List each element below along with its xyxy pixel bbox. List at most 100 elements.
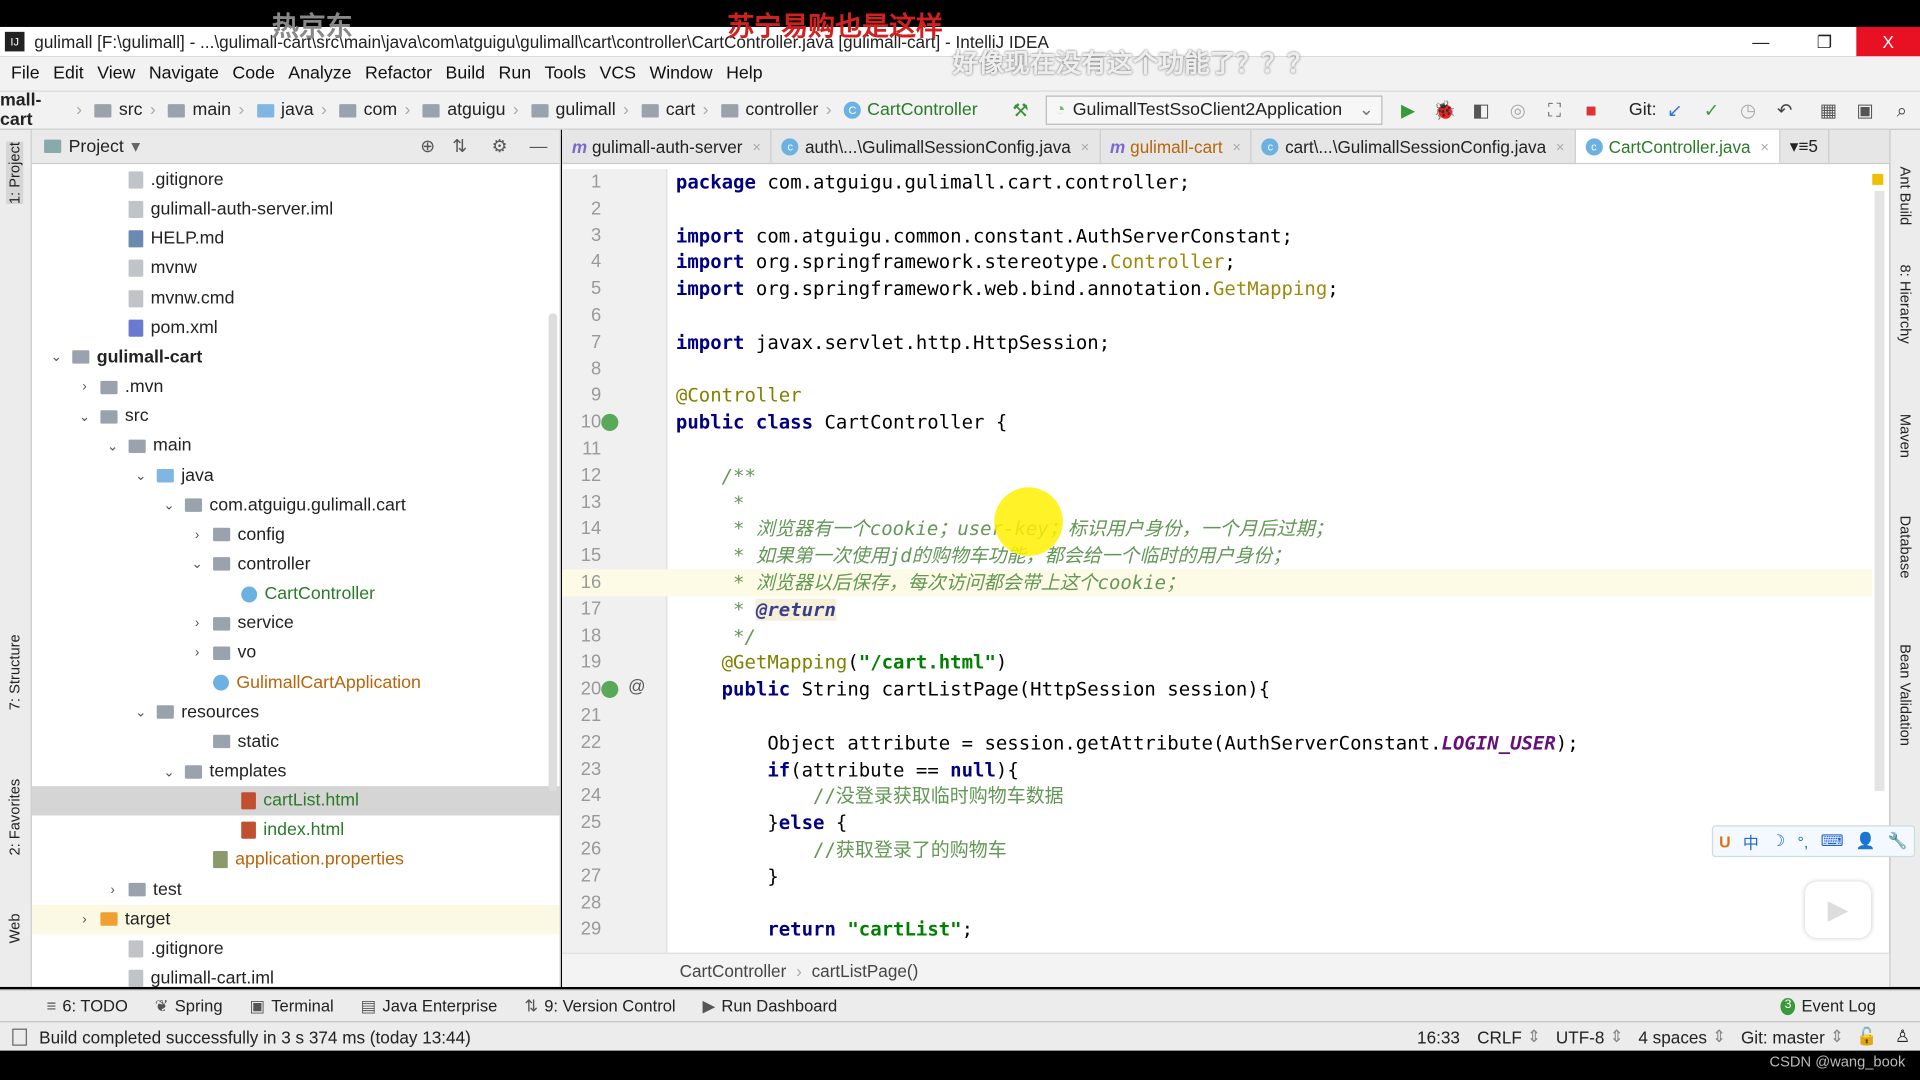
tree-item[interactable]: mvnw.cmd: [32, 284, 560, 313]
chevron-down-icon[interactable]: ⌄: [48, 349, 65, 366]
editor-tab[interactable]: m gulimall-cart ×: [1100, 129, 1253, 163]
tool-window-button[interactable]: ▣ Terminal: [250, 996, 334, 1016]
editor-tab[interactable]: m gulimall-auth-server ×: [562, 129, 772, 163]
restore-button[interactable]: ❐: [1793, 31, 1857, 52]
tool-window-button[interactable]: ▤ Java Enterprise: [361, 996, 498, 1016]
code-line[interactable]: 27 }: [562, 863, 1872, 890]
stop-icon[interactable]: ■: [1578, 97, 1605, 124]
gear-icon[interactable]: ⚙: [492, 137, 508, 157]
indent-setting[interactable]: 4 spaces: [1638, 1027, 1707, 1047]
code-line[interactable]: 4 import org.springframework.stereotype.C…: [562, 249, 1872, 276]
coverage-icon[interactable]: ◧: [1468, 97, 1495, 124]
close-tab-icon[interactable]: ×: [1760, 138, 1769, 155]
collapse-all-icon[interactable]: ⇅: [452, 137, 467, 157]
code-line[interactable]: 18 */: [562, 623, 1872, 650]
line-separator[interactable]: CRLF: [1477, 1027, 1522, 1047]
code-line[interactable]: 12 /**: [562, 463, 1872, 490]
status-toggle-icon[interactable]: [12, 1027, 27, 1046]
menu-tools[interactable]: Tools: [545, 64, 586, 84]
project-structure-icon[interactable]: ▦: [1815, 97, 1842, 124]
lock-icon[interactable]: 🔓: [1856, 1026, 1877, 1047]
right-tool-8-hierarchy[interactable]: 8: Hierarchy: [1897, 264, 1914, 343]
menu-build[interactable]: Build: [446, 64, 485, 84]
tree-item[interactable]: › test: [32, 875, 560, 904]
code-line[interactable]: 26 //获取登录了的购物车: [562, 836, 1872, 863]
inspector-icon[interactable]: ♙: [1895, 1026, 1910, 1047]
tree-item[interactable]: ⌄ controller: [32, 550, 560, 579]
chevron-right-icon[interactable]: ›: [189, 646, 206, 661]
tool-window-button[interactable]: ▶ Run Dashboard: [703, 996, 838, 1016]
hide-panel-icon[interactable]: —: [530, 137, 548, 157]
project-view-select[interactable]: Project: [69, 137, 124, 157]
tree-item[interactable]: › target: [31, 904, 560, 934]
tree-item[interactable]: .gitignore: [32, 934, 560, 963]
profile-icon[interactable]: ◎: [1504, 97, 1531, 124]
tree-item[interactable]: gulimall-cart.iml: [32, 964, 560, 987]
code-line[interactable]: 10 public class CartController {: [562, 409, 1872, 436]
editor-tab[interactable]: c auth\...\GulimallSessionConfig.java ×: [772, 129, 1101, 163]
menu-code[interactable]: Code: [232, 64, 274, 84]
chevron-right-icon[interactable]: ›: [189, 616, 206, 631]
close-tab-icon[interactable]: ×: [752, 138, 761, 155]
code-line[interactable]: 25 }else {: [562, 810, 1872, 837]
tree-item[interactable]: GulimallCartApplication: [32, 668, 560, 697]
tree-item[interactable]: ⌄ gulimall-cart: [32, 343, 560, 372]
code-line[interactable]: 8: [562, 356, 1872, 383]
nav-crumb[interactable]: com ›: [339, 100, 418, 120]
video-play-icon[interactable]: ▶: [1804, 881, 1872, 938]
tree-item[interactable]: application.properties: [32, 845, 560, 874]
right-tool-maven[interactable]: Maven: [1897, 414, 1914, 458]
code-line[interactable]: 24 //没登录获取临时购物车数据: [562, 783, 1872, 810]
tree-item[interactable]: ⌄ resources: [32, 698, 560, 727]
close-button[interactable]: X: [1856, 26, 1920, 57]
editor-scrollbar[interactable]: [1874, 191, 1885, 792]
nav-crumb[interactable]: mall-cart ›: [0, 91, 89, 130]
terminal-window-icon[interactable]: ▣: [1852, 97, 1879, 124]
ime-button[interactable]: 👤: [1856, 831, 1876, 851]
code-line[interactable]: 11: [562, 436, 1872, 463]
attach-debugger-icon[interactable]: ⛶: [1541, 97, 1568, 124]
code-line[interactable]: 21: [562, 703, 1872, 730]
mapping-icon[interactable]: @: [628, 676, 645, 696]
git-commit-icon[interactable]: ✓: [1698, 97, 1725, 124]
nav-crumb[interactable]: src ›: [94, 100, 163, 120]
tree-item[interactable]: ⌄ templates: [32, 757, 560, 786]
tree-item[interactable]: mvnw: [32, 254, 560, 283]
chevron-right-icon[interactable]: ›: [76, 380, 93, 395]
tree-item[interactable]: ⌄ main: [32, 431, 560, 460]
structure-tool-button[interactable]: 7: Structure: [6, 634, 23, 710]
minimize-button[interactable]: —: [1729, 32, 1793, 52]
code-line[interactable]: 6: [562, 302, 1872, 329]
chevron-right-icon[interactable]: ›: [104, 882, 121, 897]
chevron-down-icon[interactable]: ⌄: [189, 556, 206, 573]
tree-item[interactable]: › service: [32, 609, 560, 638]
right-tool-bean-validation[interactable]: Bean Validation: [1897, 644, 1914, 746]
tree-item[interactable]: gulimall-auth-server.iml: [32, 195, 560, 224]
breadcrumb-method[interactable]: cartListPage(): [812, 961, 919, 981]
nav-crumb[interactable]: cart ›: [641, 100, 716, 120]
build-hammer-icon[interactable]: ⚒: [1007, 97, 1034, 124]
chevron-down-icon[interactable]: ⌄: [160, 497, 177, 514]
nav-crumb[interactable]: controller ›: [720, 100, 839, 120]
code-line[interactable]: 14 * 浏览器有一个cookie；user-key；标识用户身份，一个月后过期…: [562, 516, 1872, 543]
menu-vcs[interactable]: VCS: [599, 64, 636, 84]
code-line[interactable]: 1 package com.atguigu.gulimall.cart.contr…: [562, 169, 1872, 196]
run-icon[interactable]: ▶: [1395, 97, 1422, 124]
code-area[interactable]: 1 package com.atguigu.gulimall.cart.contr…: [562, 169, 1873, 953]
git-update-icon[interactable]: ↙: [1661, 97, 1688, 124]
nav-crumb[interactable]: C CartController: [843, 100, 978, 120]
close-tab-icon[interactable]: ×: [1232, 138, 1241, 155]
code-line[interactable]: 29 return "cartList";: [562, 916, 1872, 943]
menu-window[interactable]: Window: [649, 64, 712, 84]
ime-button[interactable]: °,: [1798, 832, 1809, 850]
tree-item[interactable]: › config: [32, 520, 560, 549]
git-branch[interactable]: Git: master: [1741, 1027, 1825, 1047]
file-encoding[interactable]: UTF-8: [1556, 1027, 1605, 1047]
code-line[interactable]: 22 Object attribute = session.getAttribu…: [562, 730, 1872, 757]
nav-crumb[interactable]: atguigu ›: [422, 100, 526, 120]
chevron-down-icon[interactable]: ⌄: [76, 409, 93, 425]
run-config-select[interactable]: ◔ GulimallTestSsoClient2Application ⌄: [1046, 95, 1383, 125]
tree-item[interactable]: CartController: [32, 579, 560, 608]
tool-window-button[interactable]: ❦ Spring: [155, 996, 223, 1016]
editor-tab[interactable]: c cart\...\GulimallSessionConfig.java ×: [1252, 129, 1576, 163]
